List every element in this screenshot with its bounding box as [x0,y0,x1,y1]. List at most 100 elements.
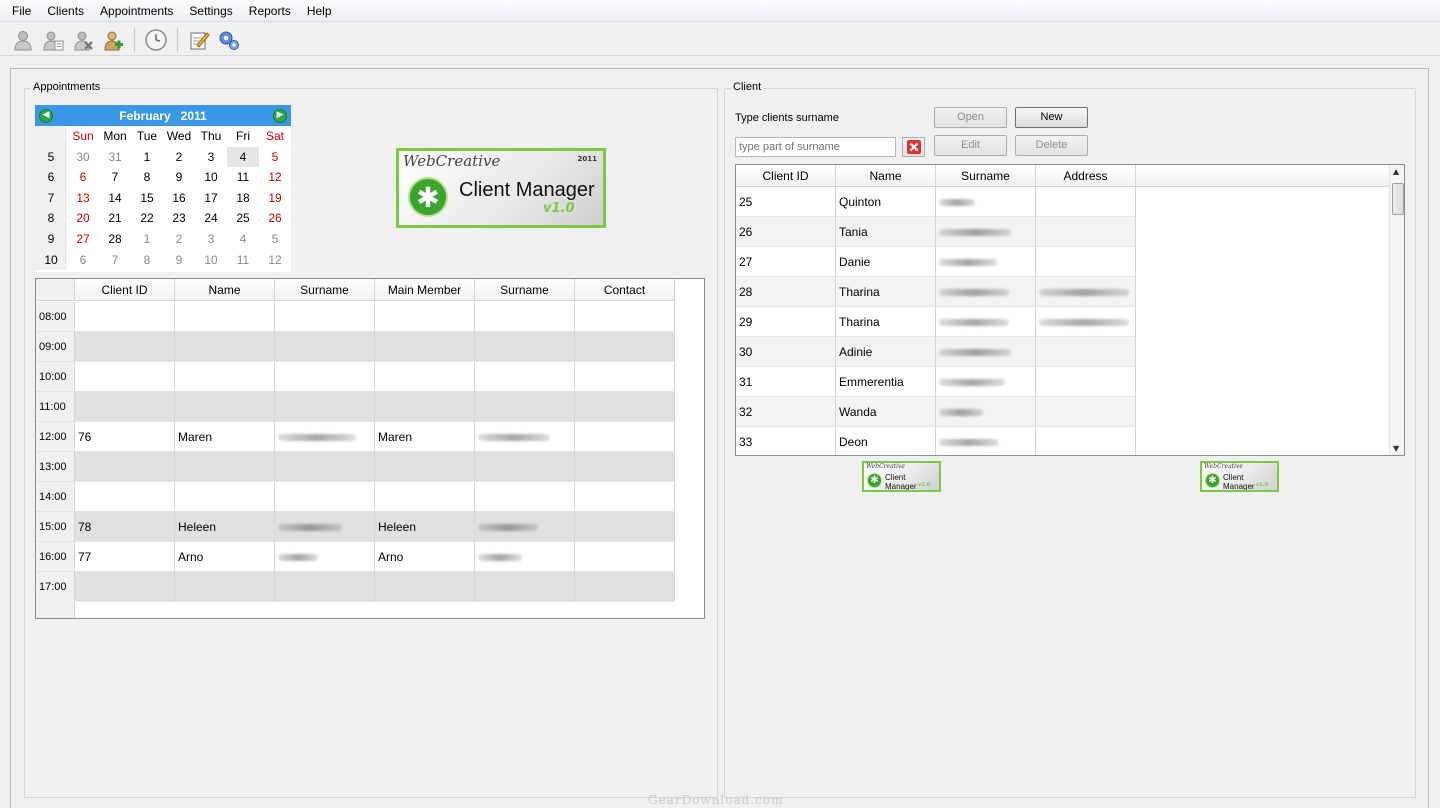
client-row[interactable]: 27 Danie [736,247,1136,277]
appointment-row[interactable]: 16:00 77 Arno Arno [36,542,675,572]
appointment-row[interactable]: 17:00 [36,572,675,602]
col-main-member[interactable]: Main Member [375,279,475,300]
col-contact[interactable]: Contact [575,279,675,300]
add-user-icon[interactable] [100,27,126,53]
cell-surname[interactable] [275,422,375,452]
col-surname[interactable]: Surname [936,165,1036,186]
client-row[interactable]: 25 Quinton [736,187,1136,217]
cell-main-member[interactable] [375,362,475,392]
client-row[interactable]: 26 Tania [736,217,1136,247]
client-row[interactable]: 29 Tharina [736,307,1136,337]
calendar-day[interactable]: 20 [67,208,99,229]
cell-contact[interactable] [575,302,675,332]
clients-scrollbar[interactable]: ▲ ▼ [1389,165,1404,455]
appointment-row[interactable]: 11:00 [36,392,675,422]
cell-surname[interactable] [275,452,375,482]
calendar-day[interactable]: 30 [67,147,99,168]
calendar-day[interactable]: 4 [227,146,259,168]
cell-name[interactable] [175,572,275,602]
calendar-day[interactable]: 8 [131,167,163,188]
client-row[interactable]: 32 Wanda [736,397,1136,427]
cell-name[interactable] [175,392,275,422]
client-row[interactable]: 31 Emmerentia [736,367,1136,397]
col-name[interactable]: Name [836,165,936,186]
cell-contact[interactable] [575,512,675,542]
cell-client-id[interactable]: 33 [736,427,836,455]
calendar-day[interactable]: 6 [67,167,99,188]
calendar-day[interactable]: 21 [99,208,131,229]
cell-name[interactable]: Danie [836,247,936,277]
calendar-month[interactable]: February [119,109,170,123]
cell-address[interactable] [1036,337,1136,367]
cell-surname[interactable] [275,572,375,602]
cell-address[interactable] [1036,247,1136,277]
menu-clients[interactable]: Clients [39,0,92,22]
cell-mm-surname[interactable] [475,512,575,542]
edit-button[interactable]: Edit [934,135,1007,156]
delete-user-icon[interactable] [70,27,96,53]
calendar-day[interactable]: 2 [163,147,195,168]
cell-surname[interactable] [275,542,375,572]
calendar-day[interactable]: 16 [163,188,195,209]
cell-contact[interactable] [575,572,675,602]
cell-surname[interactable] [936,427,1036,455]
col-name[interactable]: Name [175,279,275,300]
calendar-day[interactable]: 8 [131,250,163,271]
cell-client-id[interactable] [75,452,175,482]
cell-client-id[interactable]: 77 [75,542,175,572]
cell-client-id[interactable]: 32 [736,397,836,427]
calendar-day[interactable]: 11 [227,167,259,188]
cell-main-member[interactable] [375,482,475,512]
cell-main-member[interactable] [375,302,475,332]
cell-name[interactable] [175,482,275,512]
menu-appointments[interactable]: Appointments [92,0,181,22]
cell-name[interactable]: Emmerentia [836,367,936,397]
cell-main-member[interactable] [375,332,475,362]
appointment-row[interactable]: 12:00 76 Maren Maren [36,422,675,452]
cell-client-id[interactable] [75,392,175,422]
appointment-row[interactable]: 13:00 [36,452,675,482]
cell-surname[interactable] [275,392,375,422]
cell-client-id[interactable] [75,302,175,332]
cell-client-id[interactable]: 78 [75,512,175,542]
calendar-day[interactable]: 24 [195,208,227,229]
appointment-row[interactable]: 14:00 [36,482,675,512]
calendar-day[interactable]: 14 [99,188,131,209]
calendar-day[interactable]: 5 [259,147,291,168]
cell-mm-surname[interactable] [475,392,575,422]
calendar-day[interactable]: 10 [195,250,227,271]
calendar-day[interactable]: 6 [67,250,99,271]
col-client-id[interactable]: Client ID [736,165,836,186]
calendar-day[interactable]: 12 [259,167,291,188]
cell-client-id[interactable]: 26 [736,217,836,247]
calendar-day[interactable]: 28 [99,229,131,250]
cell-client-id[interactable]: 27 [736,247,836,277]
next-month-icon[interactable]: ▶ [273,108,287,123]
calendar-day[interactable]: 3 [195,147,227,168]
cell-surname[interactable] [936,367,1036,397]
calendar-day[interactable]: 1 [131,147,163,168]
scrollbar-thumb[interactable] [1392,183,1404,215]
calendar-day[interactable]: 13 [67,188,99,209]
settings-gears-icon[interactable] [216,27,242,53]
cell-name[interactable]: Wanda [836,397,936,427]
cell-surname[interactable] [936,277,1036,307]
calendar-day[interactable]: 26 [259,208,291,229]
client-row[interactable]: 28 Tharina [736,277,1136,307]
calendar-year[interactable]: 2011 [181,109,207,123]
cell-address[interactable] [1036,397,1136,427]
cell-surname[interactable] [936,217,1036,247]
cell-surname[interactable] [275,332,375,362]
cell-mm-surname[interactable] [475,302,575,332]
open-button[interactable]: Open [934,107,1007,128]
surname-search-field[interactable] [739,138,895,156]
calendar-day[interactable]: 25 [227,208,259,229]
cell-client-id[interactable]: 28 [736,277,836,307]
cell-mm-surname[interactable] [475,542,575,572]
col-address[interactable]: Address [1036,165,1136,186]
cell-name[interactable]: Adinie [836,337,936,367]
prev-month-icon[interactable]: ◀ [39,108,53,123]
col-mm-surname[interactable]: Surname [475,279,575,300]
client-row[interactable]: 30 Adinie [736,337,1136,367]
cell-mm-surname[interactable] [475,452,575,482]
